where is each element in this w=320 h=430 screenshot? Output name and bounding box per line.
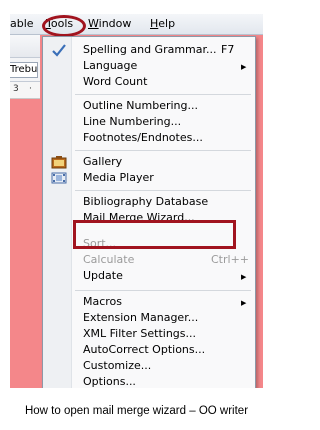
- menu-item-gallery[interactable]: Gallery: [43, 155, 255, 169]
- menu-item-label: Customize...: [83, 359, 152, 372]
- ruler: 3 ·: [10, 82, 40, 99]
- menu-item-label: Extension Manager...: [83, 311, 199, 324]
- menu-item-label: Line Numbering...: [83, 115, 182, 128]
- submenu-arrow-icon: ▶: [241, 299, 247, 307]
- menu-window[interactable]: Window: [88, 17, 131, 30]
- menu-item-label: Gallery: [83, 155, 123, 168]
- submenu-arrow-icon: ▶: [241, 63, 247, 71]
- menu-separator: [75, 94, 251, 95]
- menu-separator: [75, 190, 251, 191]
- menu-item-label: Spelling and Grammar...: [83, 43, 217, 56]
- menu-item-customize[interactable]: Customize...: [43, 359, 255, 373]
- gallery-icon: [51, 155, 67, 169]
- font-name-box[interactable]: Trebuc: [10, 62, 38, 78]
- menu-item-macros[interactable]: Macros ▶: [43, 295, 255, 309]
- menu-item-line-numbering[interactable]: Line Numbering...: [43, 115, 255, 129]
- menu-item-word-count[interactable]: Word Count: [43, 75, 255, 89]
- formatting-toolbar: Trebuc: [10, 58, 40, 82]
- menu-item-label: Bibliography Database: [83, 195, 209, 208]
- menu-item-shortcut: Ctrl++: [211, 253, 250, 266]
- image-caption: How to open mail merge wizard – OO write…: [24, 405, 249, 417]
- menu-item-label: Outline Numbering...: [83, 99, 198, 112]
- menu-item-label: Update: [83, 269, 123, 282]
- menu-item-label: Language: [83, 59, 138, 72]
- ruler-mark: ·: [29, 84, 32, 94]
- menu-help[interactable]: Help: [150, 17, 175, 30]
- mail-merge-highlight-box: [73, 220, 236, 249]
- menu-item-label: Macros: [83, 295, 123, 308]
- menu-item-update[interactable]: Update ▶: [43, 269, 255, 283]
- menu-help-rest: elp: [158, 17, 176, 30]
- menu-separator: [75, 290, 251, 291]
- menu-item-calculate: Calculate Ctrl++: [43, 253, 255, 267]
- menu-item-shortcut: F7: [221, 43, 235, 56]
- menu-item-label: Footnotes/Endnotes...: [83, 131, 203, 144]
- menu-item-autocorrect-options[interactable]: AutoCorrect Options...: [43, 343, 255, 357]
- menu-item-bibliography-database[interactable]: Bibliography Database: [43, 195, 255, 209]
- menu-separator: [75, 150, 251, 151]
- standard-toolbar: [10, 35, 40, 58]
- menu-window-rest: indow: [98, 17, 132, 30]
- screenshot: able Tools Window Help Trebuc 3 · Spelli…: [10, 14, 263, 388]
- menu-item-media-player[interactable]: Media Player: [43, 171, 255, 185]
- submenu-arrow-icon: ▶: [241, 273, 247, 281]
- menu-item-label: Word Count: [83, 75, 148, 88]
- menu-item-label: Calculate: [83, 253, 135, 266]
- menu-window-accel: W: [88, 17, 99, 30]
- ruler-mark: 3: [13, 84, 19, 94]
- menu-item-language[interactable]: Language ▶: [43, 59, 255, 73]
- menu-item-outline-numbering[interactable]: Outline Numbering...: [43, 99, 255, 113]
- menu-item-label: Options...: [83, 375, 136, 388]
- spellcheck-icon: [51, 43, 67, 57]
- media-player-icon: [51, 171, 67, 185]
- menu-item-footnotes-endnotes[interactable]: Footnotes/Endnotes...: [43, 131, 255, 145]
- menu-item-extension-manager[interactable]: Extension Manager...: [43, 311, 255, 325]
- tools-menu-highlight-circle: [42, 15, 86, 37]
- menu-item-label: Media Player: [83, 171, 154, 184]
- menu-item-options[interactable]: Options...: [43, 375, 255, 388]
- menu-item-label: XML Filter Settings...: [83, 327, 196, 340]
- menu-item-xml-filter-settings[interactable]: XML Filter Settings...: [43, 327, 255, 341]
- menu-item-spelling-grammar[interactable]: Spelling and Grammar... F7: [43, 43, 255, 57]
- tools-dropdown-menu: Spelling and Grammar... F7 Language ▶ Wo…: [42, 36, 256, 388]
- menu-item-label: AutoCorrect Options...: [83, 343, 206, 356]
- menu-table[interactable]: able: [10, 17, 34, 30]
